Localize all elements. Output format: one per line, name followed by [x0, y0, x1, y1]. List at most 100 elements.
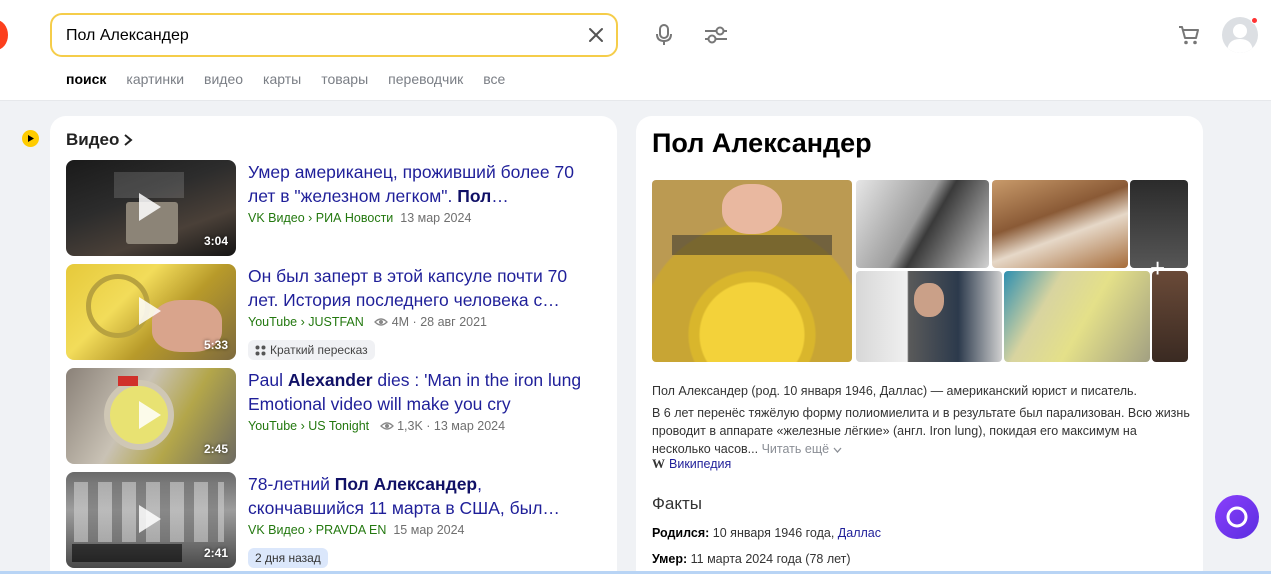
- gallery-photo[interactable]: [856, 180, 989, 268]
- description-text: В 6 лет перенёс тяжёлую форму полиомиели…: [652, 406, 1190, 456]
- video-title-text: Он был заперт в этой капсуле почти 70 ле…: [248, 266, 568, 310]
- summary-chip-label: Краткий пересказ: [270, 343, 368, 357]
- video-title[interactable]: Paul Alexander dies : 'Man in the iron l…: [248, 368, 598, 416]
- fact-born: Родился: 10 января 1946 года, Даллас: [652, 526, 881, 540]
- fact-born-place-link[interactable]: Даллас: [838, 526, 881, 540]
- gallery-photo[interactable]: [992, 180, 1128, 268]
- video-title-highlight: Пол: [457, 186, 492, 206]
- description-line-1: Пол Александер (род. 10 января 1946, Дал…: [652, 384, 1138, 398]
- fact-born-label: Родился:: [652, 526, 710, 540]
- play-icon: [139, 401, 161, 429]
- description-line-2: В 6 лет перенёс тяжёлую форму полиомиели…: [652, 404, 1192, 458]
- thumbnail-caption: [72, 544, 182, 562]
- filters-icon[interactable]: [703, 23, 729, 47]
- video-heading-label: Видео: [66, 130, 120, 149]
- video-thumbnail[interactable]: 3:04: [66, 160, 236, 256]
- video-thumbnail[interactable]: 2:45: [66, 368, 236, 464]
- video-title-text: Умер американец, проживший более 70 лет …: [248, 162, 574, 206]
- video-source[interactable]: VK Видео › PRAVDA EN: [248, 523, 386, 537]
- entity-title: Пол Александер: [652, 128, 872, 158]
- video-item: 5:33 Он был заперт в этой капсуле почти …: [66, 264, 606, 361]
- video-meta: YouTube › US Tonight 1,3K · 13 мар 2024: [248, 419, 506, 433]
- tab-images[interactable]: картинки: [126, 71, 184, 87]
- video-duration: 2:45: [203, 442, 228, 456]
- video-title-highlight: Alexander: [287, 370, 373, 390]
- video-views: 1,3K: [397, 419, 423, 433]
- search-box[interactable]: [50, 13, 618, 57]
- video-date: 13 мар 2024: [400, 211, 472, 225]
- fact-born-value: 10 января 1946 года,: [712, 526, 835, 540]
- play-icon: [139, 297, 161, 325]
- video-source[interactable]: YouTube › JUSTFAN: [248, 315, 364, 329]
- video-date: 28 авг 2021: [420, 315, 487, 329]
- gallery-photo[interactable]: [1152, 271, 1188, 362]
- thumbnail-red-mark: [118, 376, 138, 386]
- alice-icon: [1226, 506, 1248, 528]
- video-date: 13 мар 2024: [433, 419, 506, 433]
- fact-died-label: Умер:: [652, 552, 688, 566]
- gallery-photo-main[interactable]: [652, 180, 852, 362]
- tab-all[interactable]: все: [483, 71, 505, 87]
- play-icon: [139, 193, 161, 221]
- video-duration: 2:41: [203, 546, 228, 560]
- play-icon: [139, 505, 161, 533]
- video-thumbnail[interactable]: 2:41: [66, 472, 236, 568]
- video-duration: 3:04: [203, 234, 228, 248]
- recency-chip: 2 дня назад: [248, 548, 328, 568]
- close-icon[interactable]: [586, 25, 606, 45]
- video-item: 2:45 Paul Alexander dies : 'Man in the i…: [66, 368, 606, 465]
- video-date: 15 мар 2024: [393, 523, 465, 537]
- chevron-right-icon: [124, 134, 133, 146]
- gallery-photo[interactable]: [1004, 271, 1150, 362]
- gallery-photo[interactable]: [856, 271, 1002, 362]
- read-more-link[interactable]: Читать ещё: [762, 442, 842, 456]
- search-tabs: поиск картинки видео карты товары перево…: [66, 71, 525, 87]
- photo-face: [722, 184, 782, 234]
- facts-heading: Факты: [652, 494, 703, 513]
- video-results-card: Видео 3:04 Умер американец, проживший бо…: [50, 116, 617, 574]
- tab-maps[interactable]: карты: [263, 71, 301, 87]
- eye-icon: [379, 422, 394, 430]
- video-title-text: Paul: [248, 370, 288, 390]
- alice-assistant-button[interactable]: [1215, 495, 1259, 539]
- fact-died: Умер: 11 марта 2024 года (78 лет): [652, 552, 851, 566]
- recency-chip-label: 2 дня назад: [255, 551, 321, 565]
- video-title-highlight: Пол Александер: [334, 474, 478, 494]
- image-gallery: [652, 180, 1188, 362]
- video-meta: VK Видео › PRAVDA EN 15 мар 2024: [248, 523, 465, 537]
- video-title[interactable]: Умер американец, проживший более 70 лет …: [248, 160, 598, 208]
- video-title-text: 78-летний: [248, 474, 335, 494]
- entity-card: Пол Александер + Пол Александер (род. 10…: [636, 116, 1203, 574]
- wiki-source: W Википедия: [652, 456, 731, 472]
- video-title[interactable]: 78-летний Пол Александер, скончавшийся 1…: [248, 472, 598, 520]
- eye-icon: [374, 318, 389, 326]
- fact-died-value: 11 марта 2024 года (78 лет): [690, 552, 851, 566]
- wikipedia-icon: W: [652, 456, 665, 471]
- header: поиск картинки видео карты товары перево…: [0, 0, 1271, 101]
- video-duration: 5:33: [203, 338, 228, 352]
- video-thumbnail[interactable]: 5:33: [66, 264, 236, 360]
- video-title[interactable]: Он был заперт в этой капсуле почти 70 ле…: [248, 264, 598, 312]
- photo-face: [914, 283, 944, 317]
- summary-chip[interactable]: Краткий пересказ: [248, 340, 375, 360]
- logo[interactable]: [0, 20, 8, 50]
- tab-video[interactable]: видео: [204, 71, 243, 87]
- video-section-heading[interactable]: Видео: [66, 130, 133, 150]
- video-source[interactable]: VK Видео › РИА Новости: [248, 211, 393, 225]
- read-more-label: Читать ещё: [761, 442, 830, 456]
- video-item: 3:04 Умер американец, проживший более 70…: [66, 160, 606, 257]
- microphone-icon[interactable]: [652, 23, 676, 47]
- video-badge-icon: [22, 130, 39, 147]
- cart-icon[interactable]: [1177, 24, 1201, 46]
- tab-products[interactable]: товары: [321, 71, 368, 87]
- wikipedia-link[interactable]: Википедия: [669, 457, 731, 471]
- photo-band: [672, 235, 832, 255]
- video-source[interactable]: YouTube › US Tonight: [248, 419, 369, 433]
- more-images-icon[interactable]: +: [1150, 255, 1165, 281]
- tab-search[interactable]: поиск: [66, 71, 106, 87]
- summary-icon: [255, 345, 266, 355]
- chevron-down-icon: [833, 447, 842, 453]
- tab-translator[interactable]: переводчик: [388, 71, 463, 87]
- video-views: 4M: [391, 315, 410, 329]
- search-input[interactable]: [66, 25, 566, 47]
